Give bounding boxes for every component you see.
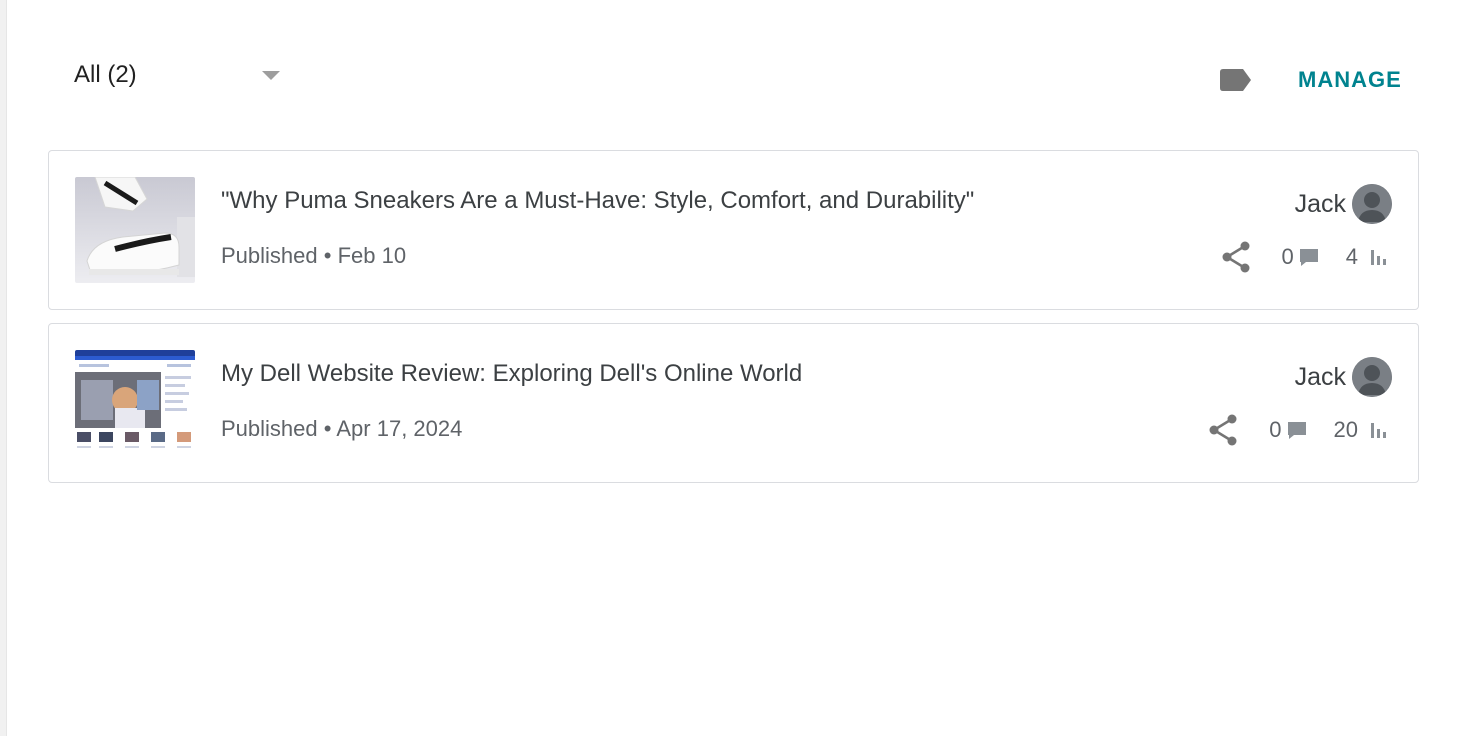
post-list-item[interactable]: My Dell Website Review: Exploring Dell's… (48, 323, 1419, 483)
label-icon (1220, 69, 1251, 91)
left-divider (0, 0, 7, 736)
post-date: Apr 17, 2024 (336, 416, 463, 441)
view-count: 4 (1345, 244, 1358, 269)
bar-chart-icon (1371, 250, 1386, 265)
post-date: Feb 10 (337, 243, 407, 268)
author-name: Jack (1294, 189, 1346, 218)
post-author: Jack (1295, 183, 1392, 225)
share-icon[interactable] (1220, 240, 1254, 274)
post-title[interactable]: "Why Puma Sneakers Are a Must-Have: Styl… (221, 187, 974, 215)
post-author: Jack (1295, 356, 1392, 398)
author-name: Jack (1294, 362, 1346, 391)
posts-toolbar: All (2) MANAGE (48, 48, 1419, 108)
post-thumbnail (75, 350, 195, 456)
post-stats: 0 20 (1207, 410, 1388, 450)
post-thumbnail (75, 177, 195, 283)
post-status: Published (221, 416, 318, 441)
post-stats: 0 4 (1220, 237, 1389, 277)
comment-icon (1299, 249, 1318, 266)
label-button[interactable] (1216, 64, 1256, 96)
post-filter-dropdown[interactable]: All (2) (62, 48, 280, 104)
meta-separator: • (323, 416, 332, 441)
post-title[interactable]: My Dell Website Review: Exploring Dell's… (221, 360, 802, 388)
avatar (1352, 357, 1392, 397)
comment-icon (1287, 422, 1306, 439)
comment-count: 0 (1281, 244, 1294, 269)
manage-button[interactable]: MANAGE (1286, 64, 1414, 96)
chevron-down-icon (262, 71, 280, 80)
comment-count: 0 (1269, 417, 1282, 442)
post-meta: Published • Apr 17, 2024 (221, 416, 462, 442)
post-meta: Published • Feb 10 (221, 243, 406, 269)
bar-chart-icon (1371, 423, 1386, 438)
meta-separator: • (323, 243, 332, 268)
avatar (1352, 184, 1392, 224)
post-list-item[interactable]: "Why Puma Sneakers Are a Must-Have: Styl… (48, 150, 1419, 310)
share-icon[interactable] (1207, 413, 1241, 447)
view-count: 20 (1333, 417, 1358, 442)
post-status: Published (221, 243, 318, 268)
filter-selected-label: All (2) (74, 61, 137, 88)
user-avatar-icon (1352, 184, 1392, 224)
user-avatar-icon (1352, 357, 1392, 397)
